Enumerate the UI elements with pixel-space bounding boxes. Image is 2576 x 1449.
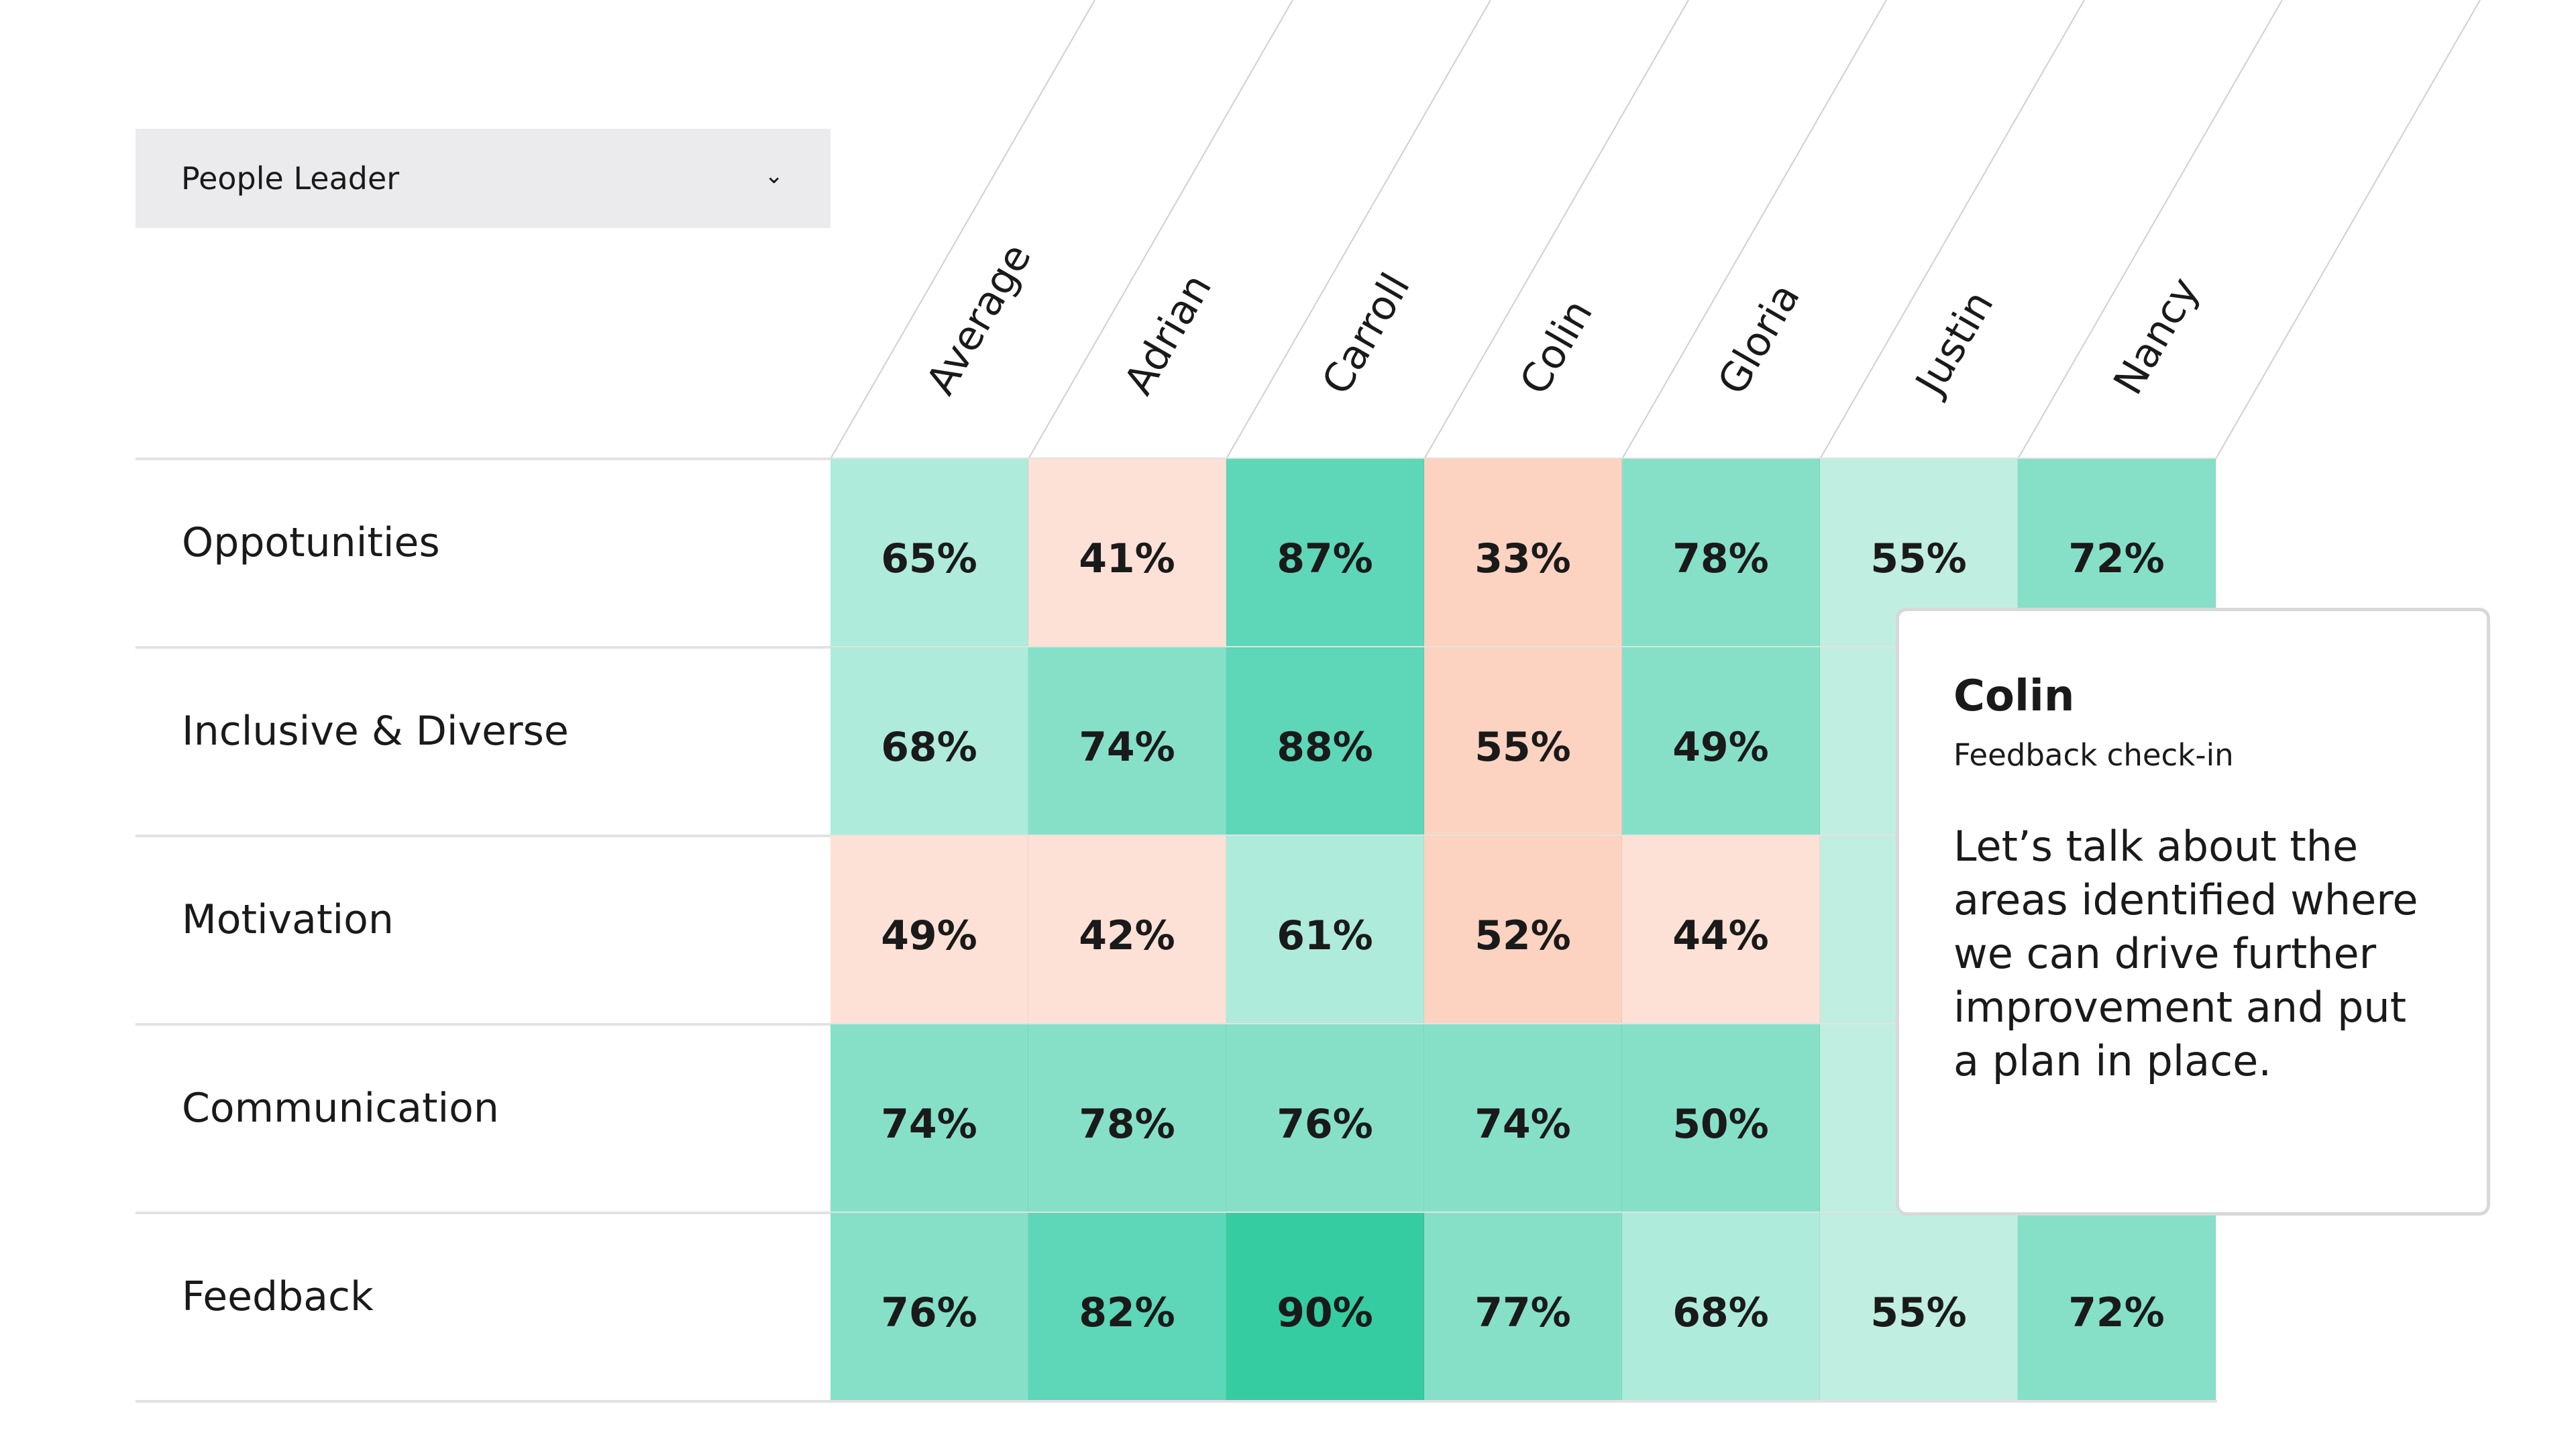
cell-value: 42%: [1079, 912, 1175, 959]
cell-value: 78%: [1079, 1100, 1175, 1148]
heatmap-cell[interactable]: 78%: [1622, 459, 1820, 647]
cell-value: 76%: [881, 1289, 977, 1336]
cell-value: 74%: [881, 1100, 977, 1148]
cell-value: 88%: [1277, 723, 1373, 771]
heatmap-cell[interactable]: 88%: [1226, 647, 1424, 836]
heatmap-cell[interactable]: 76%: [1226, 1024, 1424, 1213]
heatmap-cell[interactable]: 42%: [1028, 836, 1226, 1024]
cell-value: 49%: [1672, 723, 1769, 771]
row-label: Communication: [182, 1085, 499, 1132]
heatmap-cell[interactable]: 49%: [1622, 647, 1820, 836]
cell-value: 61%: [1277, 912, 1373, 959]
heatmap-cell[interactable]: 50%: [1622, 1024, 1820, 1213]
heatmap-cell[interactable]: 55%: [1424, 647, 1622, 836]
heatmap-cell[interactable]: 82%: [1028, 1213, 1226, 1401]
cell-value: 82%: [1079, 1289, 1175, 1336]
cell-value: 74%: [1474, 1100, 1571, 1148]
heatmap-cell[interactable]: 44%: [1622, 836, 1820, 1024]
heatmap-cell[interactable]: 72%: [2018, 1213, 2216, 1401]
row-label: Oppotunities: [182, 519, 440, 566]
cell-value: 90%: [1277, 1289, 1373, 1336]
cell-value: 72%: [2068, 1289, 2165, 1336]
heatmap-cell[interactable]: 68%: [1622, 1213, 1820, 1401]
cell-value: 41%: [1079, 535, 1175, 582]
heatmap-cell[interactable]: 61%: [1226, 836, 1424, 1024]
cell-value: 65%: [881, 535, 977, 582]
cell-value: 50%: [1672, 1100, 1769, 1148]
cell-value: 55%: [1474, 723, 1571, 771]
cell-value: 68%: [881, 723, 977, 771]
heatmap-cell[interactable]: 68%: [830, 647, 1028, 836]
tooltip-body: Let’s talk about the areas identified wh…: [1953, 822, 2418, 1085]
heatmap-cell[interactable]: 74%: [1028, 647, 1226, 836]
heatmap-cell[interactable]: 76%: [830, 1213, 1028, 1401]
tooltip-title: Colin: [1953, 672, 2075, 721]
row-label: Feedback: [182, 1273, 374, 1320]
heatmap-cell[interactable]: 78%: [1028, 1024, 1226, 1213]
cell-value: 77%: [1474, 1289, 1571, 1336]
row-divider: [136, 1400, 2217, 1403]
cell-value: 68%: [1672, 1289, 1769, 1336]
heatmap-cell[interactable]: 52%: [1424, 836, 1622, 1024]
heatmap-cell[interactable]: 87%: [1226, 459, 1424, 647]
row-label: Inclusive & Diverse: [182, 708, 569, 755]
heatmap-cell[interactable]: 55%: [1820, 1213, 2018, 1401]
cell-value: 49%: [881, 912, 977, 959]
cell-value: 78%: [1672, 535, 1769, 582]
heatmap-cell[interactable]: 74%: [1424, 1024, 1622, 1213]
heatmap-cell[interactable]: 90%: [1226, 1213, 1424, 1401]
heatmap-cell[interactable]: 77%: [1424, 1213, 1622, 1401]
header-divider: [2215, 0, 2481, 460]
cell-value: 44%: [1672, 912, 1769, 959]
column-header-dividers: [830, 0, 2481, 460]
heatmap-cell[interactable]: 41%: [1028, 459, 1226, 647]
heatmap-cell[interactable]: 33%: [1424, 459, 1622, 647]
cell-tooltip: Colin Feedback check-in Let’s talk about…: [1896, 608, 2490, 1216]
cell-value: 55%: [1870, 535, 1967, 582]
row-label: Motivation: [182, 896, 394, 943]
heatmap-cell[interactable]: 65%: [830, 459, 1028, 647]
cell-value: 52%: [1474, 912, 1571, 959]
cell-value: 55%: [1870, 1289, 1967, 1336]
heatmap-cell[interactable]: 49%: [830, 836, 1028, 1024]
cell-value: 76%: [1277, 1100, 1373, 1148]
cell-value: 74%: [1079, 723, 1175, 771]
cell-value: 87%: [1277, 535, 1373, 582]
tooltip-subtitle: Feedback check-in: [1953, 737, 2234, 773]
cell-value: 72%: [2068, 535, 2165, 582]
cell-value: 33%: [1474, 535, 1571, 582]
heatmap-cell[interactable]: 74%: [830, 1024, 1028, 1213]
